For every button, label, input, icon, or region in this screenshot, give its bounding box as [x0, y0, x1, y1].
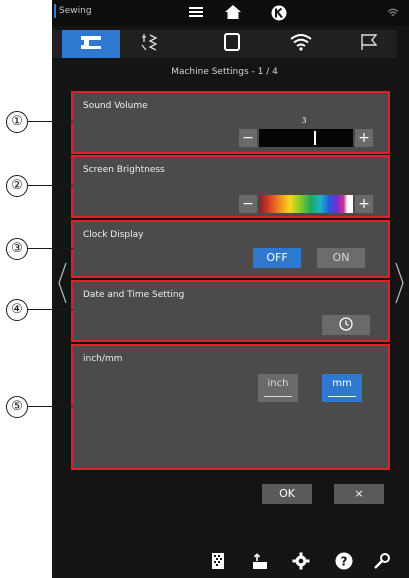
mm-button-label: mm — [332, 378, 352, 389]
clock-icon — [339, 316, 353, 335]
thread-upload-icon[interactable] — [250, 551, 270, 571]
help-icon[interactable]: ? — [334, 551, 354, 571]
clock-display-panel: Clock Display OFF ON — [71, 220, 390, 278]
volume-level-marker[interactable] — [314, 131, 317, 145]
date-time-panel: Date and Time Setting — [71, 280, 390, 342]
wifi-signal-icon — [386, 5, 400, 21]
svg-text:?: ? — [341, 555, 348, 569]
mm-button[interactable]: mm — [322, 374, 362, 402]
wrench-icon[interactable] — [372, 551, 392, 571]
menu-icon[interactable] — [188, 5, 204, 21]
callout-2-leader — [28, 185, 73, 187]
tab-flag[interactable] — [340, 30, 398, 58]
callout-2: ② — [6, 175, 28, 197]
brightness-minus-button[interactable]: − — [239, 195, 257, 213]
page-title: Machine Settings - 1 / 4 — [171, 67, 278, 77]
tab-sewing[interactable] — [62, 30, 120, 58]
callout-3-leader — [28, 248, 73, 250]
callout-3: ③ — [6, 238, 28, 260]
k-logo-icon — [270, 5, 288, 24]
tab-wireless[interactable] — [272, 30, 330, 58]
callout-4: ④ — [6, 299, 28, 321]
units-label: inch/mm — [83, 354, 123, 364]
sewing-machine-icon — [79, 34, 103, 54]
clock-on-button[interactable]: ON — [317, 248, 365, 268]
frame-icon — [223, 32, 241, 56]
clock-display-label: Clock Display — [83, 230, 144, 240]
callout-1-leader — [28, 121, 73, 123]
tab-embroidery-frame[interactable] — [203, 30, 261, 58]
units-panel: inch/mm inch mm — [71, 344, 390, 470]
inch-button-label: inch — [267, 378, 289, 389]
callout-1: ① — [6, 111, 28, 133]
volume-level-bar[interactable] — [259, 129, 353, 147]
sound-volume-value: 3 — [301, 116, 307, 125]
sound-volume-label: Sound Volume — [83, 101, 148, 111]
cancel-button[interactable]: × — [334, 484, 384, 504]
callout-4-leader — [28, 309, 73, 311]
settings-gear-icon[interactable] — [291, 551, 311, 571]
mode-label: Sewing — [54, 4, 92, 18]
pattern-icon[interactable] — [208, 551, 228, 571]
flag-icon — [359, 33, 379, 55]
home-icon[interactable] — [224, 5, 242, 22]
date-time-button[interactable] — [322, 315, 370, 335]
wifi-icon — [289, 33, 313, 55]
volume-minus-button[interactable]: − — [239, 129, 257, 147]
stitch-pattern-icon — [139, 32, 159, 56]
tab-stitch-patterns[interactable] — [120, 30, 178, 58]
clock-off-button[interactable]: OFF — [253, 248, 301, 268]
ruler-icon — [264, 392, 292, 397]
next-page-arrow[interactable] — [394, 258, 406, 308]
callout-5-leader — [28, 406, 73, 408]
callout-5: ⑤ — [6, 396, 28, 418]
screen-brightness-panel: Screen Brightness − + — [71, 155, 390, 218]
brightness-gradient-bar[interactable] — [259, 195, 353, 213]
inch-button[interactable]: inch — [258, 374, 298, 402]
ruler-icon — [328, 392, 356, 397]
previous-page-arrow[interactable] — [56, 258, 68, 308]
volume-plus-button[interactable]: + — [355, 129, 373, 147]
ok-button[interactable]: OK — [262, 484, 312, 504]
brightness-plus-button[interactable]: + — [355, 195, 373, 213]
sound-volume-panel: Sound Volume 3 − + — [71, 91, 390, 154]
screen-brightness-label: Screen Brightness — [83, 165, 165, 175]
date-time-label: Date and Time Setting — [83, 290, 185, 300]
